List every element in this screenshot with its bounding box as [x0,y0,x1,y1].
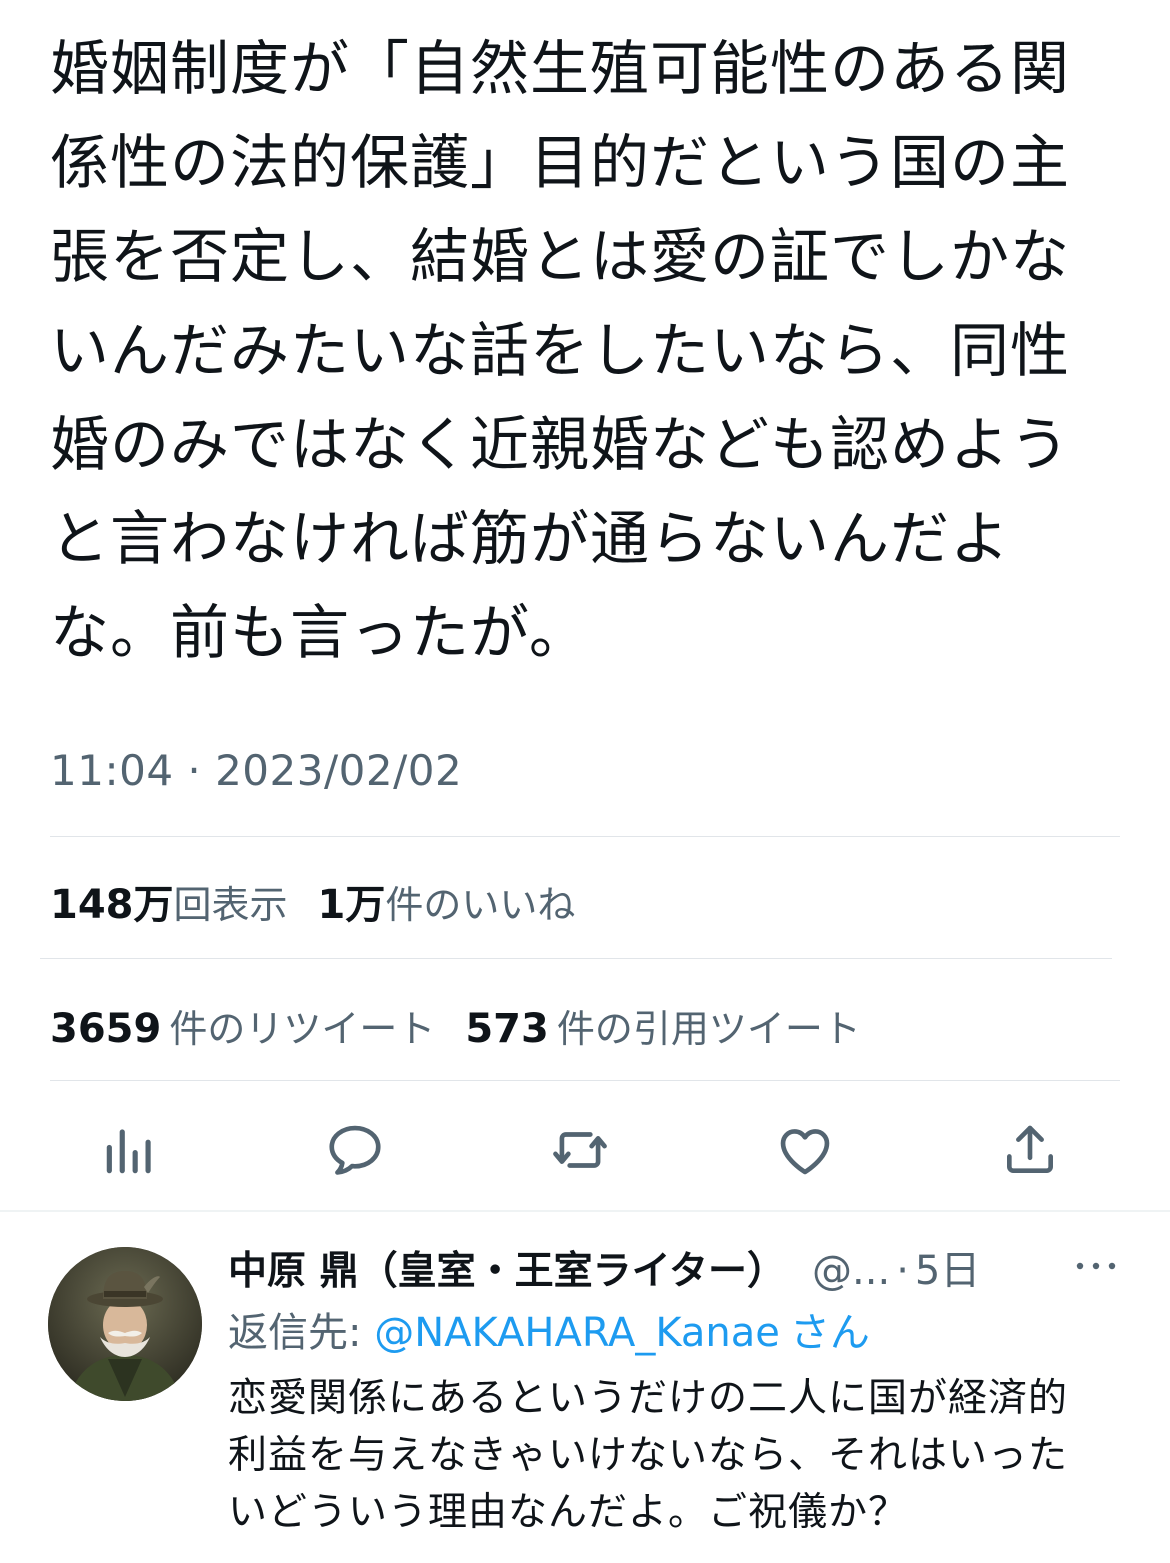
analytics-icon [106,1129,151,1174]
retweet-button[interactable] [540,1110,620,1190]
reply-text: 恋愛関係にあるというだけの二人に国が経済的 利益を与えなきゃいけないなら、それは… [228,1376,1069,1535]
retweets-label[interactable]: 件のリツイート [169,998,435,1053]
retweets-count[interactable]: 3659 [50,1006,161,1052]
avatar[interactable] [48,1247,202,1401]
views-label[interactable]: 回表示 [174,874,288,929]
tweet-text: 婚姻制度が「自然生殖可能性のある関 係性の法的保護」目的だという国の主 張を否定… [50,34,1071,667]
like-icon [780,1129,830,1175]
like-button[interactable] [765,1110,845,1190]
replying-to-mention[interactable]: @NAKAHARA_Kanae [374,1310,780,1356]
divider [50,836,1120,837]
views-count[interactable]: 148万 [50,872,174,930]
divider [50,1080,1120,1081]
likes-label[interactable]: 件のいいね [385,874,575,929]
tweet-actions-bar [90,1110,1070,1190]
share-button[interactable] [990,1110,1070,1190]
reply-author-name[interactable]: 中原 鼎（皇室・王室ライター） [228,1240,786,1296]
stats-row-views-likes: 148万 回表示 1万 件のいいね [50,872,605,930]
quotes-label[interactable]: 件の引用ツイート [557,998,861,1053]
likes-count[interactable]: 1万 [318,872,386,930]
stats-row-retweets-quotes: 3659 件のリツイート 573 件の引用ツイート [50,998,891,1053]
retweet-icon [553,1132,607,1168]
reply-button[interactable] [315,1110,395,1190]
tweet-timestamp[interactable]: 11:04 · 2023/02/02 [50,746,462,795]
divider [40,958,1112,959]
reply-icon [329,1125,381,1175]
more-options-icon[interactable] [1072,1254,1120,1278]
replying-to-label: 返信先: [228,1310,375,1356]
section-separator [0,1210,1170,1212]
replying-to: 返信先: @NAKAHARA_Kanae さん [228,1300,870,1358]
separator-dot: · [896,1248,909,1294]
reply-author-handle[interactable]: @... [812,1248,890,1294]
quotes-count[interactable]: 573 [465,1006,549,1052]
analytics-button[interactable] [90,1110,170,1190]
reply-header: 中原 鼎（皇室・王室ライター） @... · 5日 [228,1238,1118,1296]
portrait-avatar-image [48,1247,202,1401]
replying-to-suffix: さん [789,1310,870,1356]
reply-time[interactable]: 5日 [915,1238,980,1296]
share-icon [1007,1125,1053,1173]
